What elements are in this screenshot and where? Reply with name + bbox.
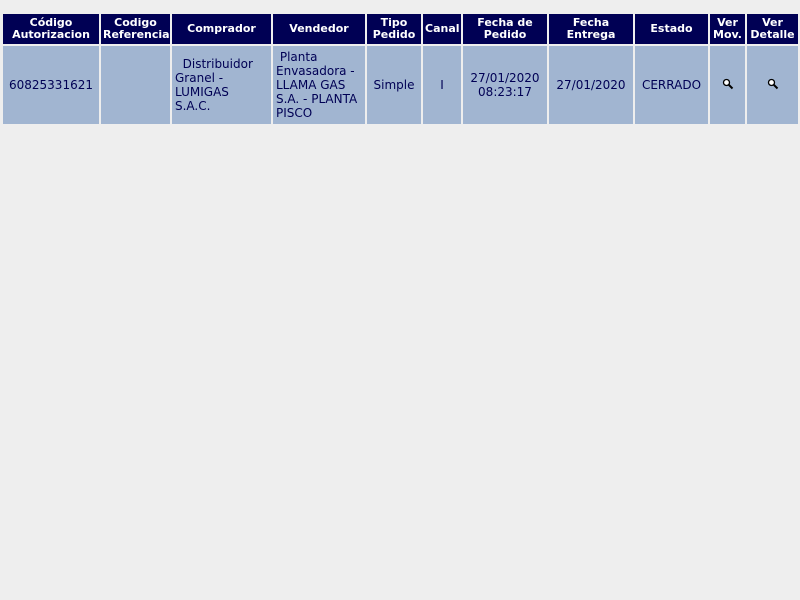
header-fecha-pedido: Fecha de Pedido xyxy=(463,14,547,44)
header-codigo-referencia: Codigo Referencia xyxy=(101,14,170,44)
header-tipo-pedido: Tipo Pedido xyxy=(367,14,421,44)
cell-vendedor: Planta Envasadora - LLAMA GAS S.A. - PLA… xyxy=(273,46,365,124)
ver-mov-magnifier-icon[interactable] xyxy=(722,78,734,90)
cell-fecha-pedido: 27/01/2020 08:23:17 xyxy=(463,46,547,124)
comprador-text: Distribuidor Granel - LUMIGAS S.A.C. xyxy=(175,57,257,113)
cell-comprador: Distribuidor Granel - LUMIGAS S.A.C. xyxy=(172,46,271,124)
cell-codigo-autorizacion: 60825331621 xyxy=(3,46,99,124)
cell-ver-mov xyxy=(710,46,745,124)
table-header-row: Código Autorizacion Codigo Referencia Comp… xyxy=(3,14,798,44)
vendedor-text: Planta Envasadora - LLAMA GAS S.A. - PLA… xyxy=(276,50,363,120)
header-fecha-entrega: Fecha Entrega xyxy=(549,14,633,44)
table-row: 60825331621 Distribuidor Granel - LUMIGA… xyxy=(3,46,798,124)
header-estado: Estado xyxy=(635,14,708,44)
cell-tipo-pedido: Simple xyxy=(367,46,421,124)
orders-table: Código Autorizacion Codigo Referencia Comp… xyxy=(1,12,800,126)
ver-detalle-magnifier-icon[interactable] xyxy=(767,78,779,90)
header-ver-detalle: Ver Detalle xyxy=(747,14,798,44)
cell-canal: I xyxy=(423,46,461,124)
cell-ver-detalle xyxy=(747,46,798,124)
header-ver-mov: Ver Mov. xyxy=(710,14,745,44)
header-canal: Canal xyxy=(423,14,461,44)
cell-estado: CERRADO xyxy=(635,46,708,124)
header-comprador: Comprador xyxy=(172,14,271,44)
header-vendedor: Vendedor xyxy=(273,14,365,44)
header-codigo-autorizacion: Código Autorizacion xyxy=(3,14,99,44)
cell-fecha-entrega: 27/01/2020 xyxy=(549,46,633,124)
cell-codigo-referencia xyxy=(101,46,170,124)
